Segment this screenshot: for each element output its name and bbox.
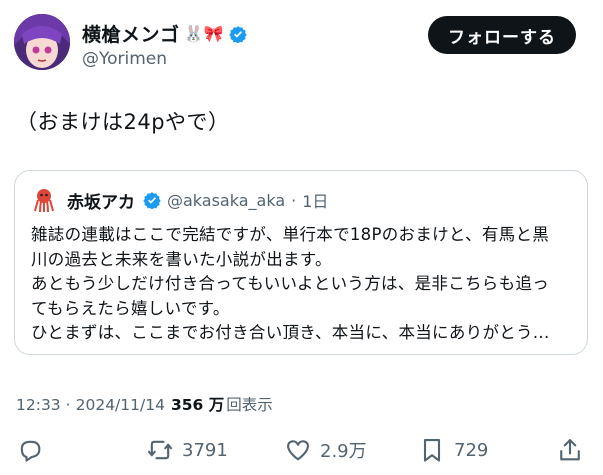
views-count: 356 万 (170, 396, 225, 414)
quoted-author-avatar (31, 187, 57, 213)
follow-button[interactable]: フォローする (428, 16, 576, 54)
author-handle[interactable]: @Yorimen (82, 49, 167, 69)
quoted-verified-badge-icon (143, 191, 161, 210)
quoted-time: 1日 (302, 192, 329, 211)
quoted-post-header: 赤坂アカ @akasaka_aka · 1日 (31, 187, 328, 213)
bookmark-button[interactable]: 729 (418, 436, 488, 464)
heart-icon (287, 440, 309, 461)
like-count: 2.9万 (320, 441, 367, 462)
quoted-post-body: 雑誌の連載はここで完結ですが、単行本で18Pのおまけと、有馬と黒 川の過去と未来… (31, 223, 579, 346)
action-bar: 3791 2.9万 729 (0, 430, 603, 470)
share-button[interactable] (556, 436, 584, 464)
author-display-name[interactable]: 横槍メンゴ (82, 20, 180, 47)
share-icon (560, 439, 580, 461)
quoted-line: あともう少しだけ付き合ってもいいよという方は、是非こちらも追っ (31, 274, 549, 293)
post-time[interactable]: 12:33 (16, 396, 61, 414)
quoted-line: 雑誌の連載はここで完結ですが、単行本で18Pのおまけと、有馬と黒 (31, 225, 550, 244)
quoted-author-name: 赤坂アカ (67, 192, 135, 213)
quoted-line: てもらえたら嬉しいです。 (31, 298, 230, 318)
repost-icon (147, 440, 173, 460)
quoted-separator: · (291, 190, 297, 210)
quoted-post-card[interactable]: 赤坂アカ @akasaka_aka · 1日 雑誌の連載はここで完結ですが、単行… (14, 170, 588, 355)
post-date[interactable]: 2024/11/14 (76, 396, 165, 414)
author-avatar[interactable] (14, 14, 70, 70)
quoted-author-handle: @akasaka_aka (167, 190, 286, 210)
repost-count: 3791 (182, 439, 228, 461)
post-meta: 12:33 · 2024/11/14 356 万 回表示 (16, 393, 273, 415)
bookmark-icon (423, 439, 441, 462)
reply-button[interactable] (16, 436, 44, 464)
quoted-line: 川の過去と未来を書いた小説が出ます。 (31, 249, 332, 269)
post-text: （おまけは24pやで） (16, 110, 230, 134)
author-name-emojis: 🐰🎀 (183, 24, 224, 43)
quoted-line: ひとまずは、ここまでお付き合い頂き、本当に、本当にありがとう... (31, 323, 550, 342)
repost-button[interactable]: 3791 (146, 436, 228, 464)
views-label: 回表示 (226, 396, 273, 414)
meta-separator: · (65, 396, 71, 414)
author-name-row: 横槍メンゴ 🐰🎀 (82, 20, 248, 47)
bookmark-count: 729 (454, 439, 489, 461)
verified-badge-icon (229, 25, 248, 44)
like-button[interactable]: 2.9万 (284, 436, 367, 464)
reply-icon (20, 440, 41, 462)
